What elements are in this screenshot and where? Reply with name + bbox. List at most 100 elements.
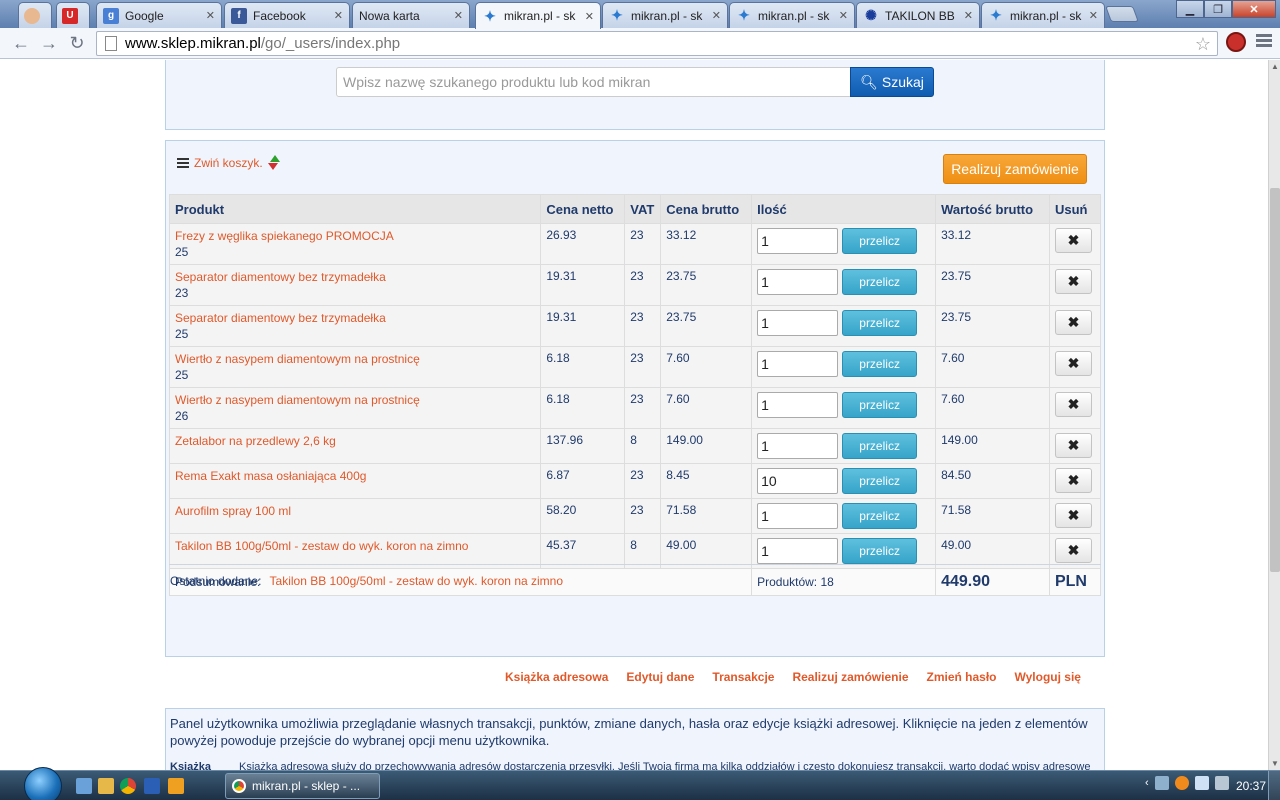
search-button[interactable]: 🔍︎ Szukaj	[850, 67, 934, 97]
close-icon[interactable]: ✕	[206, 9, 215, 22]
tab-mikran[interactable]: ✦ mikran.pl - sk ✕	[602, 2, 728, 28]
dropbox-icon[interactable]	[1194, 776, 1209, 790]
product-link[interactable]: Frezy z węglika spiekanego PROMOCJA	[175, 228, 535, 244]
recalculate-button[interactable]: przelicz	[842, 433, 918, 459]
product-link[interactable]: Separator diamentowy bez trzymadełka	[175, 310, 535, 326]
show-desktop-button[interactable]	[1268, 771, 1280, 800]
tray-expand-icon[interactable]: ‹	[1145, 777, 1149, 789]
recalculate-button[interactable]: przelicz	[842, 269, 918, 295]
table-row: Aurofilm spray 100 ml58.202371.58przelic…	[168, 498, 1102, 534]
close-icon[interactable]: ✕	[585, 10, 594, 23]
new-tab-button[interactable]	[1105, 6, 1139, 22]
close-icon[interactable]: ✕	[964, 9, 973, 22]
quantity-input[interactable]	[757, 392, 839, 418]
tab-mikran[interactable]: ✦ mikran.pl - sk ✕	[729, 2, 855, 28]
quantity-input[interactable]	[757, 538, 839, 564]
last-added-product-link[interactable]: Takilon BB 100g/50ml - zestaw do wyk. ko…	[270, 574, 563, 588]
gross-value: 33.12	[935, 223, 1050, 265]
recalculate-button[interactable]: przelicz	[842, 351, 918, 377]
tab-takilon[interactable]: ✺ TAKILON BB ✕	[856, 2, 980, 28]
volume-icon[interactable]	[1214, 776, 1229, 790]
recalculate-button[interactable]: przelicz	[842, 468, 918, 494]
recalculate-button[interactable]: przelicz	[842, 228, 918, 254]
quantity-input[interactable]	[757, 310, 839, 336]
minimize-icon[interactable]: ▁	[1176, 0, 1204, 18]
media-player-icon[interactable]	[168, 778, 184, 794]
remove-icon[interactable]: ✖	[1054, 503, 1092, 528]
product-link[interactable]: Wiertło z nasypem diamentowym na prostni…	[175, 392, 535, 408]
quantity-input[interactable]	[757, 468, 839, 494]
menu-address-book[interactable]: Książka adresowa	[505, 670, 608, 684]
quantity-input[interactable]	[757, 228, 839, 254]
tab-title: mikran.pl - sk	[631, 8, 703, 23]
tab-facebook[interactable]: f Facebook ✕	[224, 2, 350, 28]
maximize-icon[interactable]: ❐	[1204, 0, 1232, 18]
close-icon[interactable]: ✕	[454, 9, 463, 22]
quantity-input[interactable]	[757, 503, 839, 529]
taskbar-chrome-window[interactable]: mikran.pl - sklep - ...	[225, 773, 380, 799]
browser-tab-strip: U g Google ✕ f Facebook ✕ Nowa karta ✕ ✦…	[0, 0, 1280, 29]
recalculate-button[interactable]: przelicz	[842, 538, 918, 564]
quantity-input[interactable]	[757, 433, 839, 459]
cart-table: Produkt Cena netto VAT Cena brutto Ilość…	[168, 194, 1102, 596]
remove-icon[interactable]: ✖	[1054, 269, 1092, 294]
place-order-button[interactable]: Realizuj zamówienie	[943, 154, 1087, 184]
product-cell: Separator diamentowy bez trzymadełka 23	[168, 264, 542, 306]
product-link[interactable]: Zetalabor na przedlewy 2,6 kg	[175, 433, 535, 449]
tab-mikran-active[interactable]: ✦ mikran.pl - sk ✕	[475, 2, 601, 29]
recalculate-button[interactable]: przelicz	[842, 392, 918, 418]
tab-avatar[interactable]	[18, 2, 52, 28]
close-icon[interactable]: ✕	[712, 9, 721, 22]
menu-logout[interactable]: Wyloguj się	[1015, 670, 1081, 684]
start-button[interactable]	[24, 767, 62, 800]
search-input[interactable]	[336, 67, 851, 97]
menu-transactions[interactable]: Transakcje	[712, 670, 774, 684]
remove-icon[interactable]: ✖	[1054, 468, 1092, 493]
tab-u-logo[interactable]: U	[56, 2, 90, 28]
scroll-down-icon[interactable]: ▼	[1271, 759, 1279, 768]
recalculate-button[interactable]: przelicz	[842, 310, 918, 336]
address-bar[interactable]: www.sklep.mikran.pl/go/_users/index.php …	[96, 31, 1218, 56]
avast-icon[interactable]	[1174, 776, 1189, 790]
menu-place-order[interactable]: Realizuj zamówienie	[792, 670, 908, 684]
product-link[interactable]: Takilon BB 100g/50ml - zestaw do wyk. ko…	[175, 538, 535, 554]
quantity-input[interactable]	[757, 351, 839, 377]
close-icon[interactable]: ✕	[1089, 9, 1098, 22]
collapse-cart-link[interactable]: Zwiń koszyk.	[177, 155, 280, 171]
bookmark-star-icon[interactable]: ☆	[1195, 34, 1211, 55]
product-link[interactable]: Rema Exakt masa osłaniająca 400g	[175, 468, 535, 484]
word-icon[interactable]	[144, 778, 160, 794]
clock[interactable]: 20:37	[1236, 779, 1266, 793]
product-link[interactable]: Separator diamentowy bez trzymadełka	[175, 269, 535, 285]
remove-icon[interactable]: ✖	[1054, 310, 1092, 335]
tab-new-tab[interactable]: Nowa karta ✕	[352, 2, 470, 28]
close-icon[interactable]: ✕	[334, 9, 343, 22]
back-arrow-icon[interactable]: ←	[10, 33, 32, 53]
show-desktop-icon[interactable]	[76, 778, 92, 794]
recalculate-button[interactable]: przelicz	[842, 503, 918, 529]
menu-change-password[interactable]: Zmień hasło	[927, 670, 997, 684]
reload-icon[interactable]: ↻	[66, 33, 88, 53]
tab-mikran[interactable]: ✦ mikran.pl - sk ✕	[981, 2, 1105, 28]
quantity-input[interactable]	[757, 269, 839, 295]
menu-edit-data[interactable]: Edytuj dane	[626, 670, 694, 684]
tab-google[interactable]: g Google ✕	[96, 2, 222, 28]
remove-icon[interactable]: ✖	[1054, 351, 1092, 376]
close-icon[interactable]: ✕	[839, 9, 848, 22]
network-icon[interactable]	[1154, 776, 1169, 790]
extension-icon[interactable]	[1226, 32, 1246, 52]
explorer-icon[interactable]	[98, 778, 114, 794]
product-link[interactable]: Aurofilm spray 100 ml	[175, 503, 535, 519]
remove-icon[interactable]: ✖	[1054, 392, 1092, 417]
remove-icon[interactable]: ✖	[1054, 228, 1092, 253]
forward-arrow-icon[interactable]: →	[38, 33, 60, 53]
close-window-icon[interactable]: ✕	[1232, 0, 1276, 18]
chrome-icon[interactable]	[120, 778, 136, 794]
product-link[interactable]: Wiertło z nasypem diamentowym na prostni…	[175, 351, 535, 367]
scroll-up-icon[interactable]: ▲	[1271, 62, 1279, 71]
remove-icon[interactable]: ✖	[1054, 538, 1092, 563]
scrollbar-thumb[interactable]	[1270, 188, 1280, 572]
menu-icon[interactable]	[1256, 34, 1272, 50]
vertical-scrollbar[interactable]: ▲ ▼	[1268, 60, 1280, 770]
remove-icon[interactable]: ✖	[1054, 433, 1092, 458]
